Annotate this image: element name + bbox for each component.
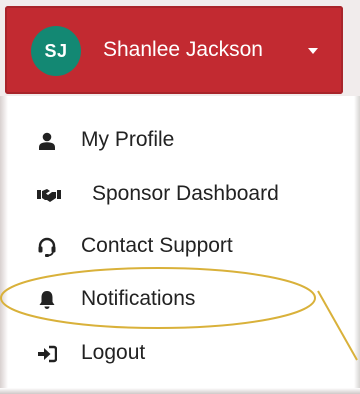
menu-item-label: Logout (81, 341, 146, 364)
menu-item-notifications[interactable]: Notifications (8, 274, 354, 324)
menu-item-label: Notifications (81, 287, 196, 310)
menu-item-label: Sponsor Dashboard (92, 182, 279, 205)
page-edge-right (354, 96, 360, 394)
user-menu-toggle[interactable]: SJ Shanlee Jackson (5, 6, 343, 94)
user-dropdown-menu: My Profile Sponsor Dashboard Contact Sup… (8, 96, 354, 388)
page-edge-left (0, 96, 8, 394)
user-icon (36, 130, 58, 152)
menu-item-label: Contact Support (81, 234, 233, 257)
headset-icon (36, 236, 58, 258)
menu-item-contact-support[interactable]: Contact Support (8, 221, 354, 271)
page-edge-bottom (0, 388, 360, 394)
menu-item-my-profile[interactable]: My Profile (8, 115, 354, 165)
menu-item-label: My Profile (81, 128, 175, 151)
user-name: Shanlee Jackson (103, 38, 263, 61)
caret-down-icon (308, 48, 318, 54)
menu-item-logout[interactable]: Logout (8, 328, 354, 378)
avatar: SJ (31, 26, 81, 76)
sign-out-icon (36, 343, 58, 365)
bell-icon (36, 289, 58, 311)
handshake-icon (36, 184, 62, 206)
menu-item-sponsor-dashboard[interactable]: Sponsor Dashboard (8, 169, 354, 219)
